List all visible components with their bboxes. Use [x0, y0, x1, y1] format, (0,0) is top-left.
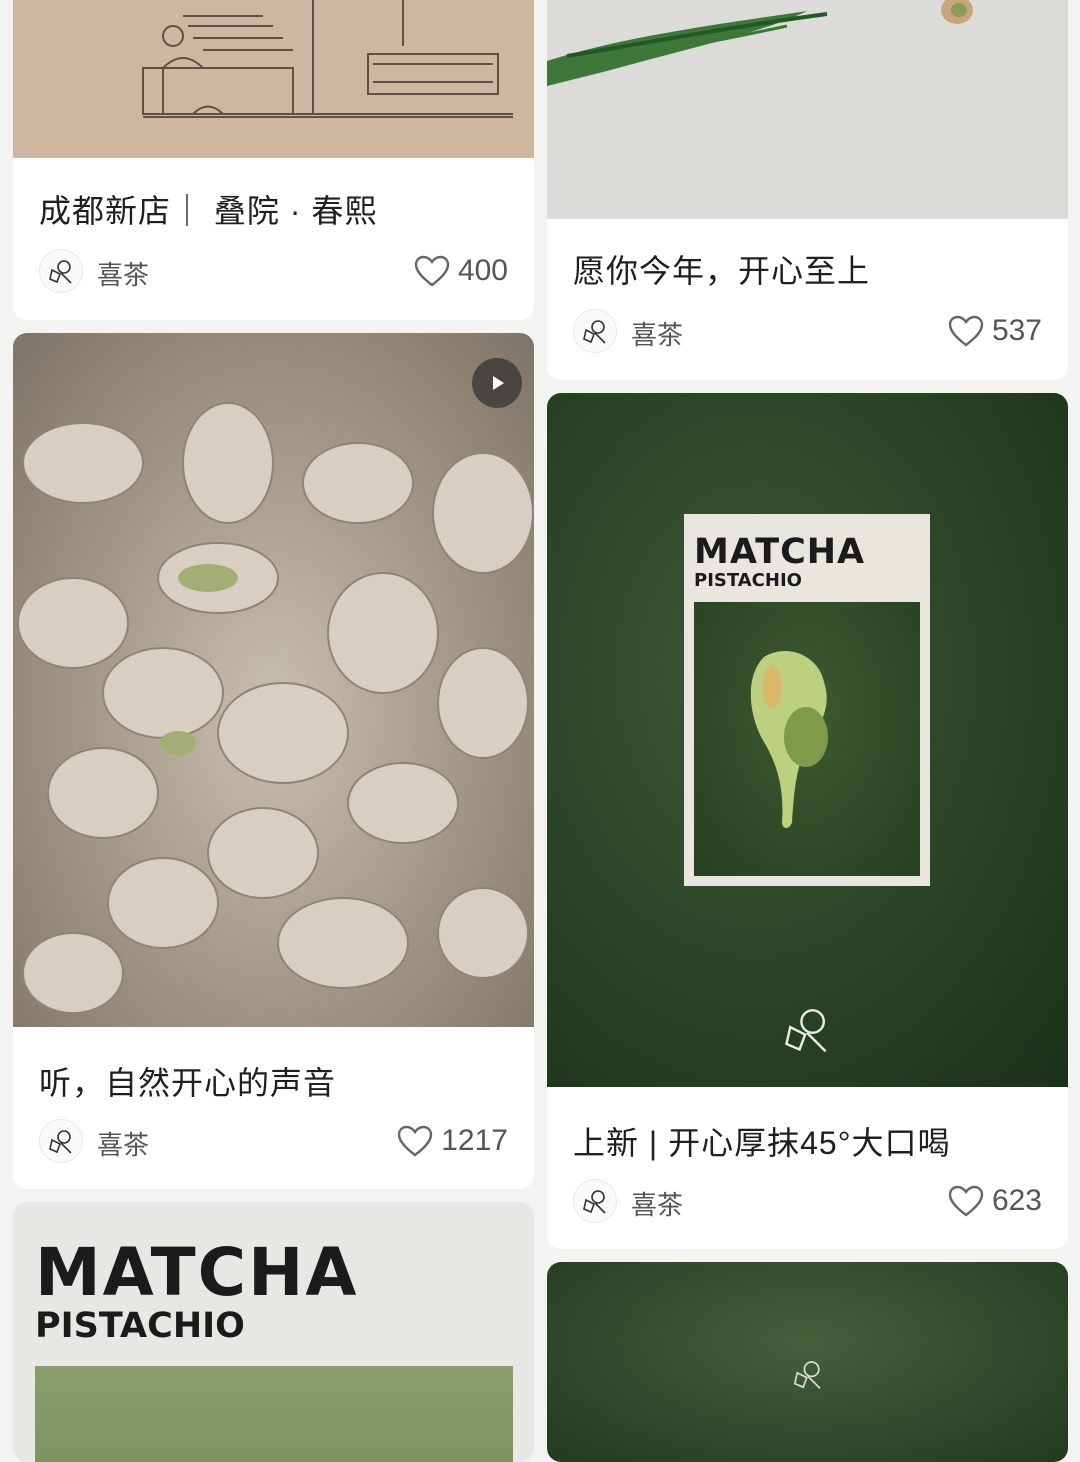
like-button[interactable]: 537 [948, 311, 1042, 351]
like-button[interactable]: 623 [948, 1181, 1042, 1221]
card-title: 上新 | 开心厚抹45°大口喝 [573, 1125, 951, 1161]
card-author: 喜茶 [97, 260, 150, 290]
card-meta: 喜茶 537 [573, 309, 1042, 355]
heytea-logo-icon [573, 1179, 617, 1223]
heart-icon [398, 1125, 433, 1157]
heytea-logo-icon [39, 1119, 83, 1163]
card-title: 听，自然开心的声音 [39, 1065, 337, 1101]
play-icon [493, 376, 504, 390]
card-author: 喜茶 [97, 1130, 150, 1160]
card-image-brushstroke [547, 0, 1068, 219]
card-author: 喜茶 [631, 1190, 684, 1220]
feed-card-green-teaser[interactable] [547, 1262, 1068, 1462]
like-count: 400 [457, 254, 508, 287]
card-image-sketch [13, 0, 534, 158]
like-button[interactable]: 1217 [397, 1121, 508, 1161]
heart-icon [948, 315, 984, 347]
poster-frame: MATCHA PISTACHIO [684, 514, 930, 886]
poster-title: MATCHA [694, 532, 866, 572]
card-image-pistachios [13, 333, 534, 1027]
poster-subtitle: PISTACHIO [694, 570, 802, 591]
poster-inner-green [694, 602, 920, 876]
feed-card-happy-new-year[interactable]: 愿你今年，开心至上 喜茶 537 [547, 0, 1068, 380]
card-meta: 喜茶 400 [39, 249, 508, 295]
heytea-logo-icon [790, 1356, 826, 1392]
feed-card-matcha-poster[interactable]: MATCHA PISTACHIO [13, 1202, 534, 1462]
feed-card-nature-sound[interactable]: 听，自然开心的声音 喜茶 1217 [13, 333, 534, 1189]
card-image-matcha-poster: MATCHA PISTACHIO [547, 393, 1068, 1087]
like-count: 623 [991, 1184, 1042, 1217]
play-button[interactable] [472, 358, 522, 408]
poster-title: MATCHA [35, 1234, 359, 1311]
feed-card-new-matcha[interactable]: MATCHA PISTACHIO 上新 | 开心厚抹45°大口喝 喜茶 623 [547, 393, 1068, 1249]
like-count: 1217 [441, 1124, 508, 1157]
card-title: 愿你今年，开心至上 [573, 253, 871, 289]
card-title: 成都新店｜ 叠院 · 春熙 [39, 193, 378, 229]
card-meta: 喜茶 1217 [39, 1119, 508, 1165]
like-count: 537 [991, 314, 1042, 347]
heytea-logo-icon [39, 249, 83, 293]
heart-icon [948, 1185, 984, 1217]
heytea-logo-icon [779, 1001, 835, 1057]
card-meta: 喜茶 623 [573, 1179, 1042, 1225]
card-author: 喜茶 [631, 320, 684, 350]
heytea-logo-icon [573, 309, 617, 353]
poster-image-green [35, 1366, 513, 1462]
like-button[interactable]: 400 [414, 251, 508, 291]
feed-card-chengdu-store[interactable]: 成都新店｜ 叠院 · 春熙 喜茶 400 [13, 0, 534, 320]
poster-subtitle: PISTACHIO [35, 1306, 245, 1346]
heart-icon [414, 255, 450, 287]
